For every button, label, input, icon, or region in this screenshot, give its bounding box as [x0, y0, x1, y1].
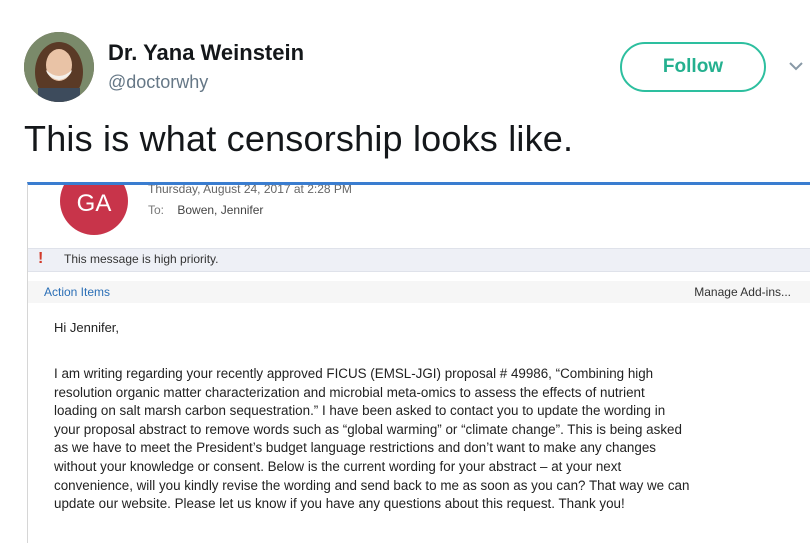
email-body-line: loading on salt marsh carbon sequestrati… — [54, 403, 666, 419]
avatar-photo — [24, 32, 94, 102]
to-recipient: Bowen, Jennifer — [177, 203, 264, 217]
email-screenshot: GA Thursday, August 24, 2017 at 2:28 PM … — [27, 182, 810, 543]
email-body-line: resolution organic matter characterizati… — [54, 384, 645, 400]
email-body-line: your proposal abstract to remove words s… — [54, 421, 682, 437]
email-body-line: I am writing regarding your recently app… — [54, 366, 654, 381]
email-body-line: update our website. Please let us know i… — [54, 496, 625, 512]
priority-bar: ! This message is high priority. — [28, 248, 810, 272]
email-body: I am writing regarding your recently app… — [54, 365, 810, 514]
email-body-line: without your knowledge or consent. Below… — [54, 458, 622, 474]
author-name[interactable]: Dr. Yana Weinstein — [108, 40, 304, 66]
to-label: To: — [148, 203, 165, 217]
email-body-line: convenience, will you kindly revise the … — [54, 477, 690, 493]
tweet-text: This is what censorship looks like. — [24, 118, 574, 159]
priority-text: This message is high priority. — [64, 252, 219, 266]
actions-bar: Action Items Manage Add-ins... — [28, 281, 810, 303]
author-avatar[interactable] — [24, 32, 94, 102]
email-body-line: as we have to meet the President’s budge… — [54, 440, 656, 456]
to-line: To: Bowen, Jennifer — [148, 203, 263, 217]
manage-addins-link[interactable]: Manage Add-ins... — [694, 285, 791, 299]
sender-avatar: GA — [60, 185, 128, 235]
author-handle[interactable]: @doctorwhy — [108, 72, 208, 93]
action-items-link[interactable]: Action Items — [44, 285, 110, 299]
follow-button[interactable]: Follow — [620, 42, 766, 92]
email-greeting: Hi Jennifer, — [54, 320, 120, 335]
sent-datetime: Thursday, August 24, 2017 at 2:28 PM — [148, 182, 352, 196]
exclamation-icon: ! — [38, 250, 44, 267]
chevron-down-icon[interactable] — [786, 56, 806, 76]
tweet-header: Dr. Yana Weinstein @doctorwhy Follow — [0, 0, 810, 110]
